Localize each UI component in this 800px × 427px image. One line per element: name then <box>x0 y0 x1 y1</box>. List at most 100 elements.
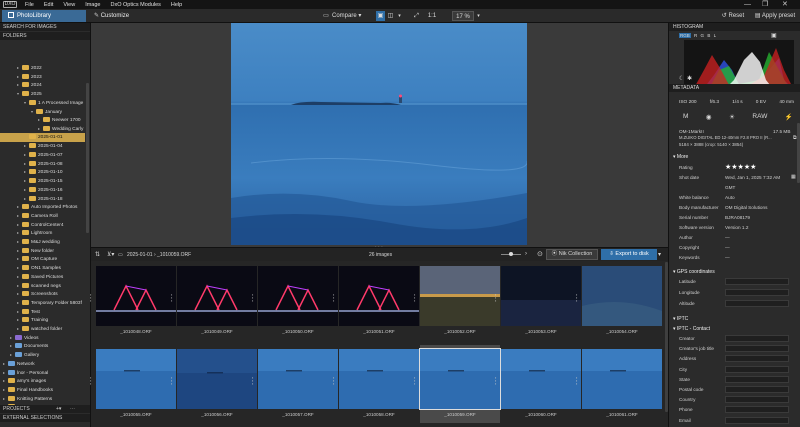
sun-icon[interactable]: ✱ <box>687 75 692 82</box>
folder-item[interactable]: ▸ Screenshots <box>0 289 85 298</box>
projects-menu-icon[interactable]: ⋯ <box>70 405 75 413</box>
tree-scrollbar[interactable] <box>86 83 89 233</box>
folder-item[interactable]: ▸ Training <box>0 315 85 324</box>
iptc-input[interactable] <box>725 345 789 353</box>
maximize-icon[interactable]: ❐ <box>762 0 768 9</box>
folder-item[interactable]: ▸ Camera Roll <box>0 211 85 220</box>
thumbnail[interactable]: ▪ ▪ ▪ _1010052.ORF <box>414 262 500 340</box>
folder-item[interactable]: ▸ watched folder <box>0 324 85 333</box>
export-dropdown-icon[interactable]: ▾ <box>658 251 661 258</box>
field-value[interactable]: — <box>725 245 730 250</box>
close-icon[interactable]: ✕ <box>782 0 788 9</box>
arrow-circle-icon[interactable]: ⊙ <box>537 250 543 258</box>
folders-header[interactable]: FOLDERS <box>0 32 90 40</box>
menu-file[interactable]: File <box>25 2 34 8</box>
apply-preset-button[interactable]: ▤ Apply preset <box>752 11 798 21</box>
folder-item[interactable]: ▸ Final Handbooks <box>0 385 85 394</box>
folder-item[interactable]: ▸ Wedding Carly <box>0 124 85 133</box>
folder-item[interactable]: ▸ Lightroom <box>0 228 85 237</box>
thumbnail[interactable]: ▪ ▪ ▪ _1010057.ORF <box>252 345 338 423</box>
field-value[interactable]: OM Digital Solutions <box>725 205 767 210</box>
fit-icon[interactable]: ⤢ <box>412 11 421 21</box>
thumbnail[interactable]: ▪ ▪ ▪ _1010059.ORF <box>414 345 501 423</box>
iptc-input[interactable] <box>725 355 789 363</box>
thumbnail[interactable]: ▪ ▪ ▪ _1010051.ORF <box>333 262 419 340</box>
folder-item[interactable]: ▸ ControlCenter4 <box>0 220 85 229</box>
sort-icon[interactable]: ⇅ <box>95 251 100 258</box>
menu-image[interactable]: Image <box>85 2 100 8</box>
iptc-input[interactable] <box>725 396 789 404</box>
search-header[interactable]: SEARCH FOR IMAGES <box>0 23 90 31</box>
folder-item[interactable]: ▸ 2025-01-15 <box>0 176 85 185</box>
folder-item[interactable]: ▸ Gallery <box>0 350 85 359</box>
external-selections-header[interactable]: EXTERNAL SELECTIONS <box>0 414 90 422</box>
folder-item[interactable]: ▸ 2023 <box>0 72 85 81</box>
field-value[interactable]: Auto <box>725 195 735 200</box>
compare-button[interactable]: Compare ▾ <box>332 11 368 21</box>
image-viewer[interactable]: · · · <box>91 23 668 250</box>
split-view-button[interactable]: ◫ <box>386 11 395 21</box>
breadcrumb[interactable]: 2025-01-01 › _1010059.ORF <box>127 252 191 258</box>
filter-icon[interactable]: ⊻▾ <box>107 251 114 258</box>
folder-item[interactable]: 2025-01-01 <box>0 132 85 142</box>
zoom-level-input[interactable]: 17 % <box>452 11 474 21</box>
folder-item[interactable]: ▾ January <box>0 107 85 116</box>
thumbnail[interactable]: ▪ ▪ ▪ _1010061.ORF <box>576 345 662 423</box>
thumbnail[interactable]: ▪ ▪ ▪ _1010048.ORF <box>90 262 176 340</box>
channel-b[interactable]: B <box>707 33 710 38</box>
zoom-1to1-button[interactable]: 1:1 <box>426 11 438 21</box>
menu-edit[interactable]: Edit <box>44 2 53 8</box>
thumbnail[interactable]: ▪ ▪ ▪ _1010056.ORF <box>171 345 257 423</box>
channel-g[interactable]: G <box>701 33 705 38</box>
field-value[interactable]: Version 1.2 <box>725 225 748 230</box>
folder-item[interactable]: ▸ Knitting Patterns <box>0 394 85 403</box>
folder-item[interactable]: ▾ 1 A Processed Image <box>0 98 85 107</box>
folder-item[interactable]: ▸ amy's images <box>0 376 85 385</box>
folder-item[interactable]: ▸ Documents <box>0 341 85 350</box>
main-photo[interactable] <box>231 23 527 245</box>
export-to-disk-button[interactable]: ⇩ Export to disk <box>601 249 657 260</box>
add-project-icon[interactable]: +▾ <box>56 405 61 413</box>
folder-item[interactable]: ▸ New folder <box>0 246 85 255</box>
iptc-input[interactable] <box>725 365 789 373</box>
iptc-input[interactable] <box>725 335 789 342</box>
folder-item[interactable]: ▸ 2025-01-18 <box>0 194 85 203</box>
iptc-input[interactable] <box>725 416 789 424</box>
folder-item[interactable]: ▸ Auto Imported Photos <box>0 202 85 211</box>
folder-item[interactable]: ▸ 2025-01-16 <box>0 185 85 194</box>
channel-r[interactable]: R <box>694 33 697 38</box>
single-view-button[interactable]: ▣ <box>376 11 385 21</box>
folder-item[interactable]: ▸ Neewer 1700 <box>0 115 85 124</box>
histogram-header[interactable]: HISTOGRAM <box>669 23 800 31</box>
iptc-section[interactable]: ▾ IPTC <box>673 316 688 322</box>
folder-item[interactable]: ▸ lnor - Personal <box>0 368 85 377</box>
arrow-right-icon[interactable]: › <box>525 251 527 257</box>
thumbnail[interactable]: ▪ ▪ ▪ _1010060.ORF <box>495 345 581 423</box>
gps-input[interactable] <box>725 278 789 285</box>
tab-photolibrary[interactable]: PhotoLibrary <box>2 10 86 22</box>
folder-item[interactable]: ▸ 2025-01-04 <box>0 141 85 150</box>
compare-icon[interactable]: ▭ <box>322 11 330 21</box>
gps-section[interactable]: ▾ GPS coordinates <box>673 269 715 275</box>
zoom-dropdown-icon[interactable]: ▾ <box>476 11 481 21</box>
folder-item[interactable]: ▸ 2025-01-10 <box>0 167 85 176</box>
reset-button[interactable]: ↺ Reset <box>718 11 748 21</box>
field-value[interactable]: Wed, Jan 1, 2025 7:32 AM <box>725 175 780 180</box>
folder-item[interactable]: ▾ 2025 <box>0 89 85 98</box>
folder-item[interactable]: ▸ scanned negs <box>0 281 85 290</box>
field-value[interactable]: — <box>725 235 730 240</box>
thumbnail[interactable]: ▪ ▪ ▪ _1010058.ORF <box>333 345 419 423</box>
field-value[interactable]: BJRA08179 <box>725 215 750 220</box>
field-value[interactable]: — <box>725 255 730 260</box>
folder-item[interactable]: ▸ OM Capture <box>0 254 85 263</box>
folder-item[interactable]: ▸ 2022 <box>0 63 85 72</box>
channel-l[interactable]: L <box>714 33 717 38</box>
folder-item[interactable]: ▸ Temporary Folder 5803f <box>0 298 85 307</box>
iptc-input[interactable] <box>725 406 789 414</box>
slider-thumb[interactable] <box>509 252 513 256</box>
channel-rgb[interactable]: RGB <box>679 33 691 38</box>
gps-input[interactable] <box>725 300 789 307</box>
gps-input[interactable] <box>725 289 789 296</box>
folder-item[interactable]: ▸ 2025-01-07 <box>0 150 85 159</box>
menu-optics-modules[interactable]: DxO Optics Modules <box>110 2 160 8</box>
